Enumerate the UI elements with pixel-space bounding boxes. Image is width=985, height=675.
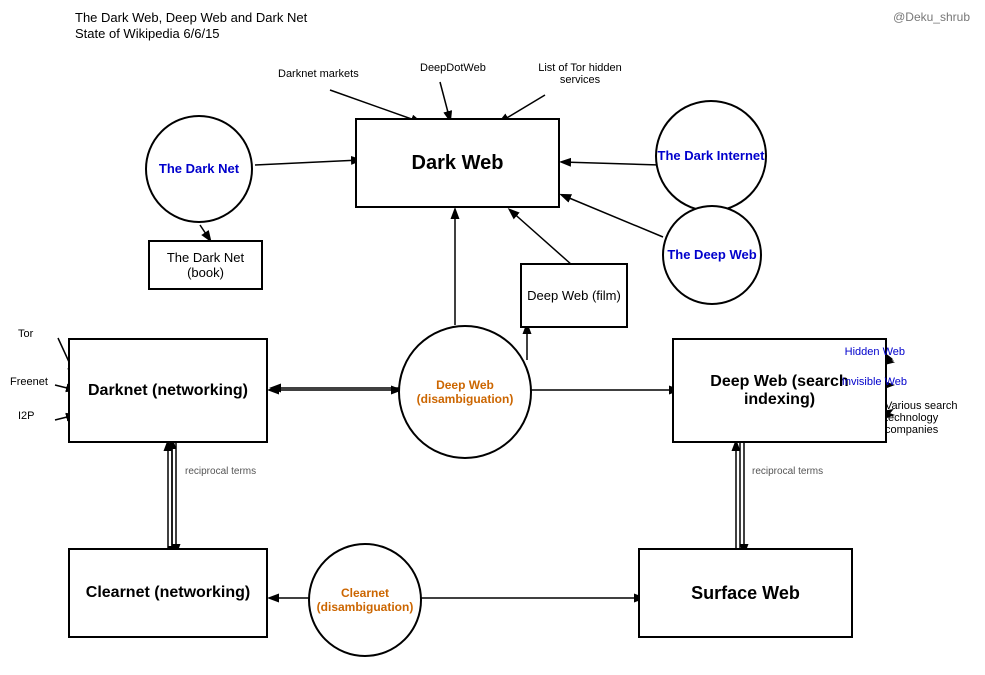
diagram: The Dark Web, Deep Web and Dark Net Stat… [0, 0, 985, 675]
deep-web-film-node: Deep Web (film) [520, 263, 628, 328]
freenet-label: Freenet [10, 376, 48, 388]
tor-label: Tor [18, 328, 33, 340]
invisible-web-label: Invisible Web [842, 376, 907, 388]
clearnet-networking-node: Clearnet (networking) [68, 548, 268, 638]
various-search-label: Various search technology companies [885, 400, 975, 436]
i2p-label: I2P [18, 410, 35, 422]
dark-net-book-node: The Dark Net (book) [148, 240, 263, 290]
reciprocal-right-label: reciprocal terms [752, 466, 823, 477]
dark-internet-circle: The Dark Internet [655, 100, 767, 212]
title: The Dark Web, Deep Web and Dark Net [75, 10, 307, 25]
list-tor-label: List of Tor hidden services [530, 62, 630, 86]
deepdotweb-label: DeepDotWeb [420, 62, 486, 74]
attribution: @Deku_shrub [893, 10, 970, 24]
deep-web-circle: The Deep Web [662, 205, 762, 305]
surface-web-node: Surface Web [638, 548, 853, 638]
subtitle: State of Wikipedia 6/6/15 [75, 26, 220, 41]
darknet-markets-label: Darknet markets [278, 68, 359, 80]
dark-net-circle: The Dark Net [145, 115, 253, 223]
clearnet-disambiguation-circle: Clearnet (disambiguation) [308, 543, 422, 657]
darknet-networking-node: Darknet (networking) [68, 338, 268, 443]
dark-web-node: Dark Web [355, 118, 560, 208]
reciprocal-left-label: reciprocal terms [185, 466, 256, 477]
deep-web-disambiguation-circle: Deep Web (disambiguation) [398, 325, 532, 459]
hidden-web-label: Hidden Web [845, 346, 905, 358]
